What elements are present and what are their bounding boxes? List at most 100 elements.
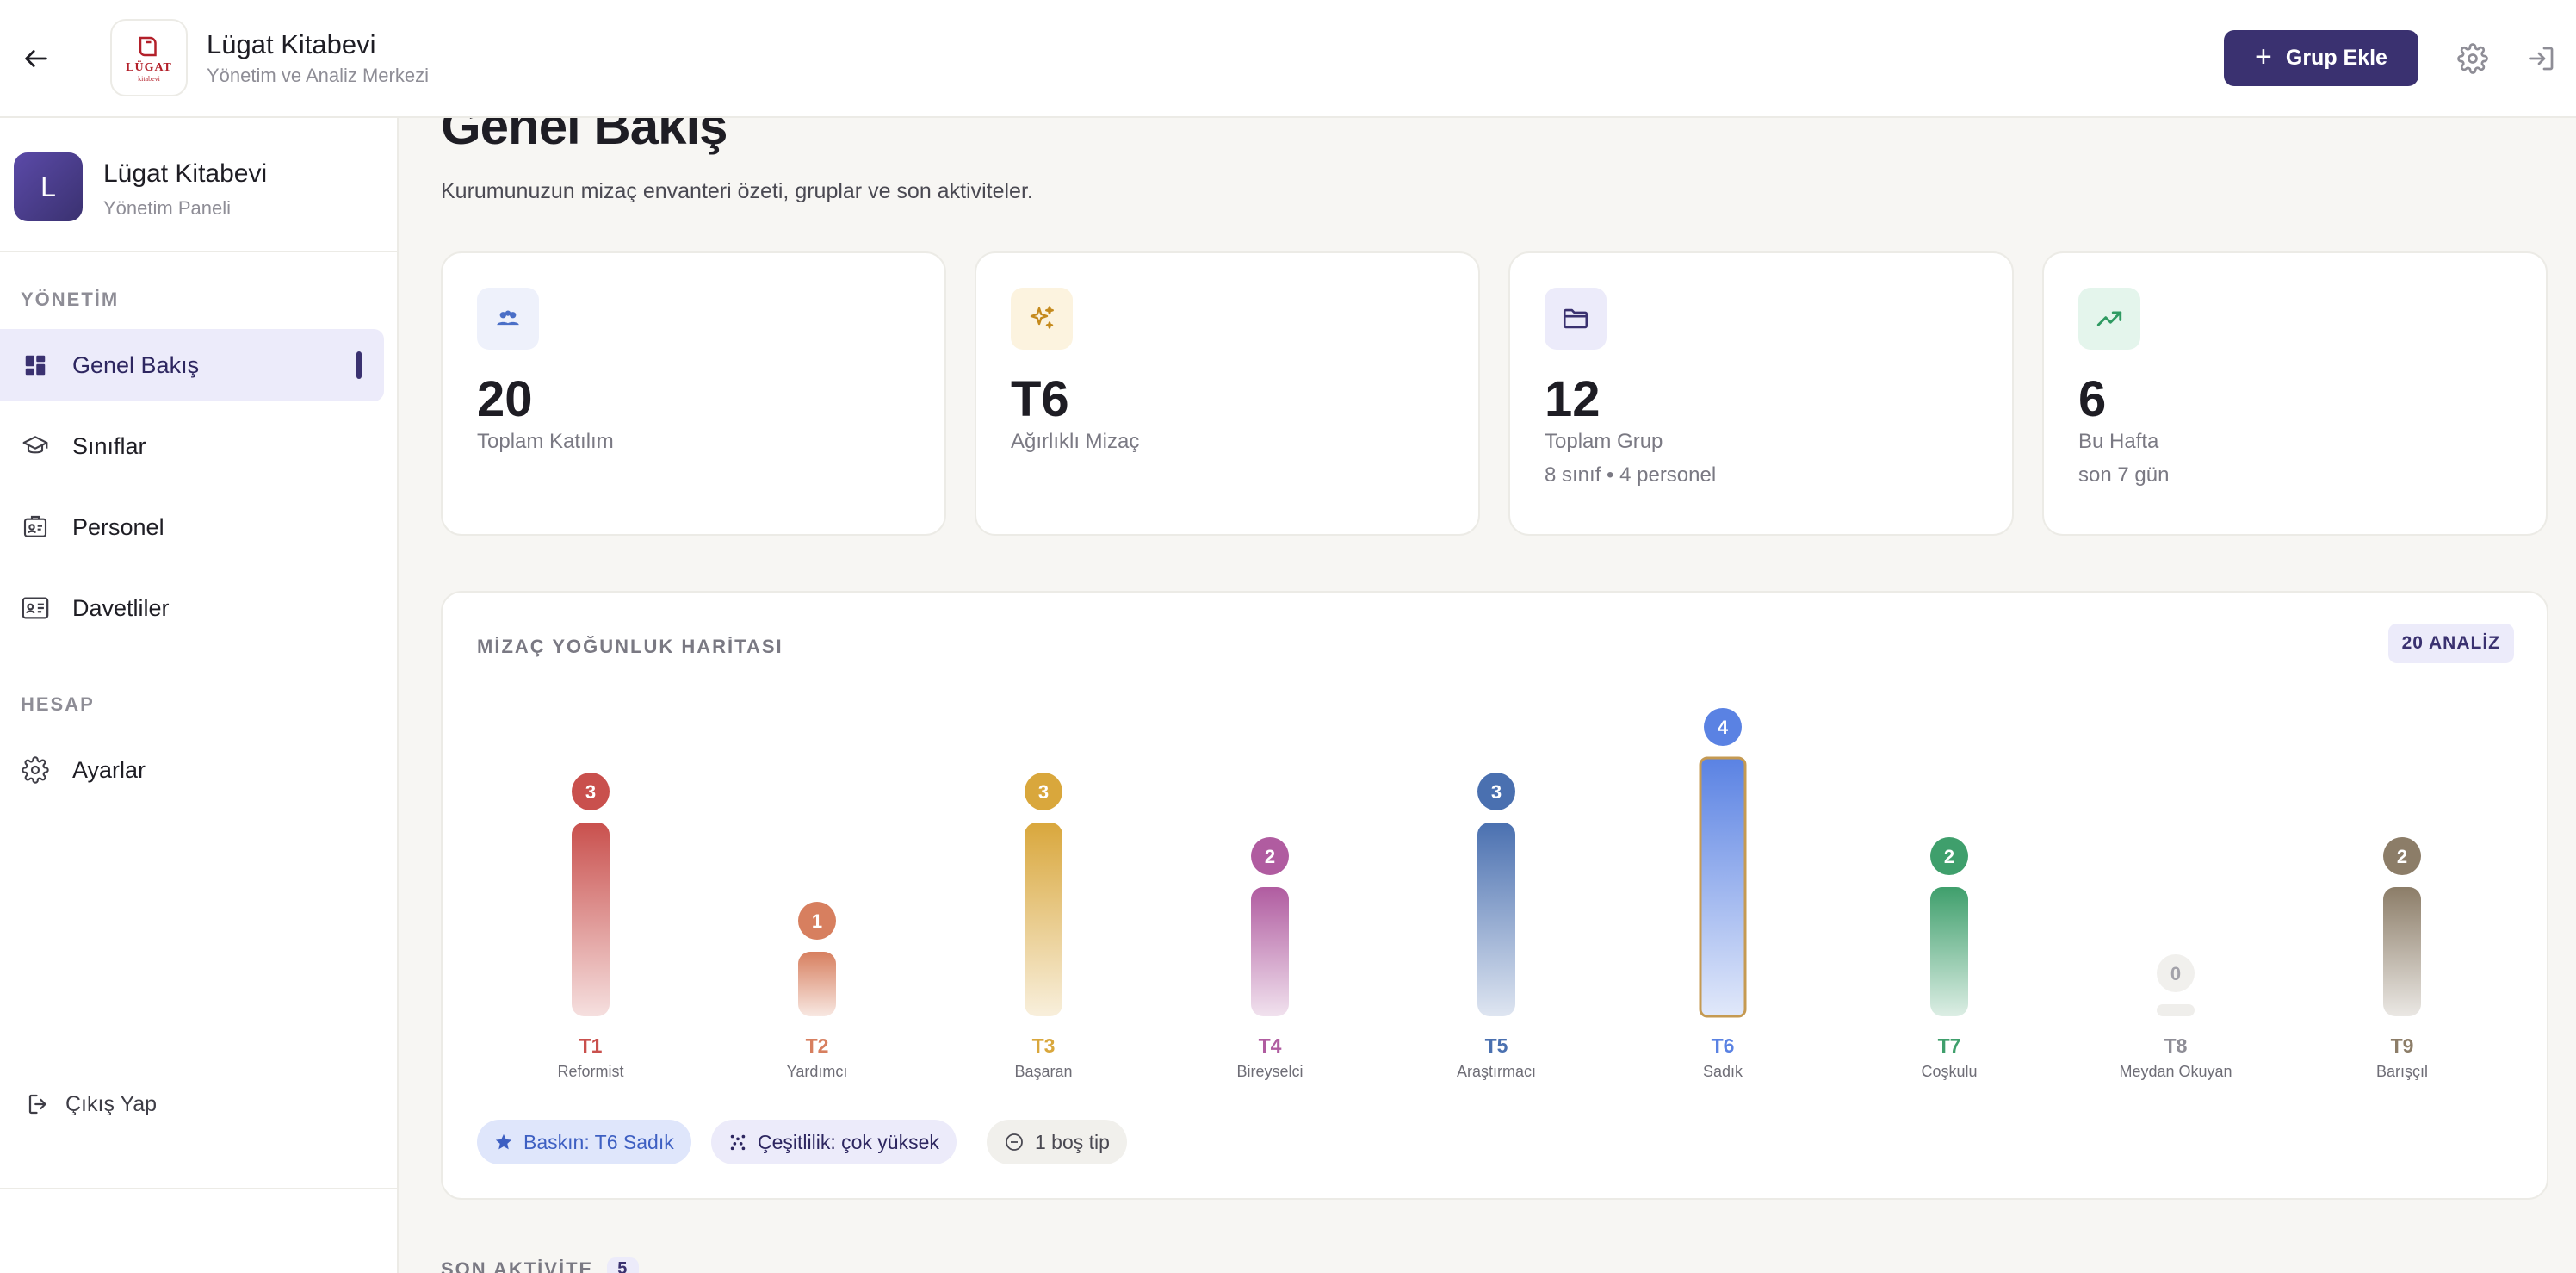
chart-category-name: Barışçıl [2376,1063,2428,1080]
trending-up-icon [2078,288,2140,350]
arrow-left-icon [25,50,47,67]
chart-bar-t1 [572,823,610,1016]
temperament-density-card: 3 T1 Reformist 1 T2 Yardımcı 3 T3 Başaran 2 T4 Bire… [441,591,2548,1200]
chart-bar-t5 [1477,823,1515,1016]
sidebar-item-invitees[interactable]: Davetliler [0,572,384,644]
chart-tick-label: T7 [1938,1034,1961,1057]
chart-value-label: 4 [1718,717,1729,738]
chart-tick-label: T4 [1259,1034,1282,1057]
avatar: L [14,152,83,221]
sidebar-item-label: Personel [72,513,164,540]
brand-title: Lügat Kitabevi [207,29,376,59]
stat-value: 6 [2078,371,2107,427]
chart-tick-label: T8 [2164,1034,2188,1057]
chart-tick-label: T1 [579,1034,603,1057]
stat-label: Ağırlıklı Mizaç [1011,430,1140,453]
settings-button[interactable] [2452,38,2493,79]
stat-value: T6 [1011,371,1069,427]
stat-label: Toplam Katılım [477,430,614,453]
plus-icon: + [2255,40,2272,73]
stat-card-dominant-temperament: T6 Ağırlıklı Mizaç [975,251,1480,536]
add-group-button[interactable]: + Grup Ekle [2224,30,2418,86]
sidebar-item-classes[interactable]: Sınıflar [0,410,384,482]
users-icon [477,288,539,350]
chart-category-name: Araştırmacı [1457,1063,1536,1080]
logout-icon [28,1094,46,1115]
chart-bar-t7 [1930,887,1968,1016]
empty-type-chip[interactable]: 1 boş tip [987,1120,1127,1164]
recent-activity-title: SON AKTİVİTE [441,1257,594,1273]
chart-bar-t9 [2383,887,2421,1016]
org-name: Lügat Kitabevi [103,159,268,188]
stat-card-groups: 12 Toplam Grup 8 sınıf • 4 personel [1508,251,2014,536]
org-role: Yönetim Paneli [103,197,231,219]
back-button[interactable] [15,38,57,79]
temperament-bar-chart: 3 T1 Reformist 1 T2 Yardımcı 3 T3 Başaran 2 T4 Bire… [557,708,2428,1080]
org-card: L Lügat Kitabevi Yönetim Paneli [14,152,384,239]
sidebar: L Lügat Kitabevi Yönetim Paneli YÖNETİM … [0,118,399,1273]
recent-activity-heading: SON AKTİVİTE 5 [441,1257,640,1273]
sidebar-divider [0,251,397,252]
book-logo-icon [139,36,157,56]
chart-value-label: 0 [2170,963,2181,984]
gear-icon [2457,43,2488,74]
chart-category-name: Sadık [1703,1063,1743,1080]
dots-grid-icon [730,1134,746,1151]
sidebar-item-label: Genel Bakış [72,351,200,378]
top-header: LÜGAT kitabevi Lügat Kitabevi Yönetim ve… [0,0,2576,118]
chart-value-label: 3 [585,781,596,803]
chart-bar-t3 [1025,823,1062,1016]
logout-button[interactable] [2521,38,2562,79]
logout-label: Çıkış Yap [65,1091,158,1116]
id-badge-icon [19,511,52,543]
logo-text: LÜGAT [126,60,172,74]
logout-link[interactable]: Çıkış Yap [26,1091,157,1117]
chart-title: MİZAÇ YOĞUNLUK HARİTASI [477,636,783,657]
stat-label: Bu Hafta [2078,430,2159,453]
sidebar-item-staff[interactable]: Personel [0,491,384,563]
chart-tick-label: T9 [2391,1034,2414,1057]
active-indicator [356,351,362,379]
chart-tick-label: T6 [1712,1034,1735,1057]
chart-value-label: 1 [812,910,822,932]
stat-value: 20 [477,371,533,427]
chart-value-label: 2 [2397,846,2407,867]
dominant-type-chip[interactable]: Baskın: T6 Sadık [477,1120,691,1164]
sidebar-item-label: Davetliler [72,594,170,621]
chart-bar-t2 [798,952,836,1016]
sidebar-item-overview[interactable]: Genel Bakış [0,329,384,401]
diversity-chip[interactable]: Çeşitlilik: çok yüksek [711,1120,957,1164]
sidebar-item-label: Ayarlar [72,756,146,783]
dashboard-icon [19,349,52,382]
stat-card-participation: 20 Toplam Katılım [441,251,946,536]
folder-icon [1545,288,1607,350]
chart-value-label: 3 [1038,781,1049,803]
gear-icon [19,754,52,786]
section-label-management: YÖNETİM [21,289,120,310]
dominant-type-label: Baskın: T6 Sadık [523,1130,674,1153]
sidebar-item-settings[interactable]: Ayarlar [0,734,384,806]
chart-category-name: Bireyselci [1236,1063,1303,1080]
chart-tick-label: T5 [1485,1034,1508,1057]
contact-card-icon [19,592,52,624]
chart-category-name: Coşkulu [1921,1063,1977,1080]
chart-category-name: Başaran [1014,1063,1072,1080]
chart-category-name: Reformist [557,1063,623,1080]
stat-card-this-week: 6 Bu Hafta son 7 gün [2042,251,2548,536]
chart-value-label: 3 [1491,781,1502,803]
chart-value-label: 2 [1944,846,1954,867]
chart-bar-t8 [2157,1004,2195,1016]
brand-logo: LÜGAT kitabevi [110,19,188,96]
sidebar-item-label: Sınıflar [72,432,146,459]
sparkles-icon [1011,288,1073,350]
sidebar-divider [0,1188,397,1189]
recent-activity-count: 5 [607,1257,640,1273]
graduation-cap-icon [19,430,52,463]
chart-category-name: Meydan Okuyan [2119,1063,2232,1080]
empty-type-label: 1 boş tip [1035,1130,1110,1153]
section-label-account: HESAP [21,693,95,715]
diversity-label: Çeşitlilik: çok yüksek [758,1130,939,1153]
stat-subtext: son 7 gün [2078,463,2170,487]
chart-value-label: 2 [1265,846,1275,867]
brand-subtitle: Yönetim ve Analiz Merkezi [207,65,429,86]
